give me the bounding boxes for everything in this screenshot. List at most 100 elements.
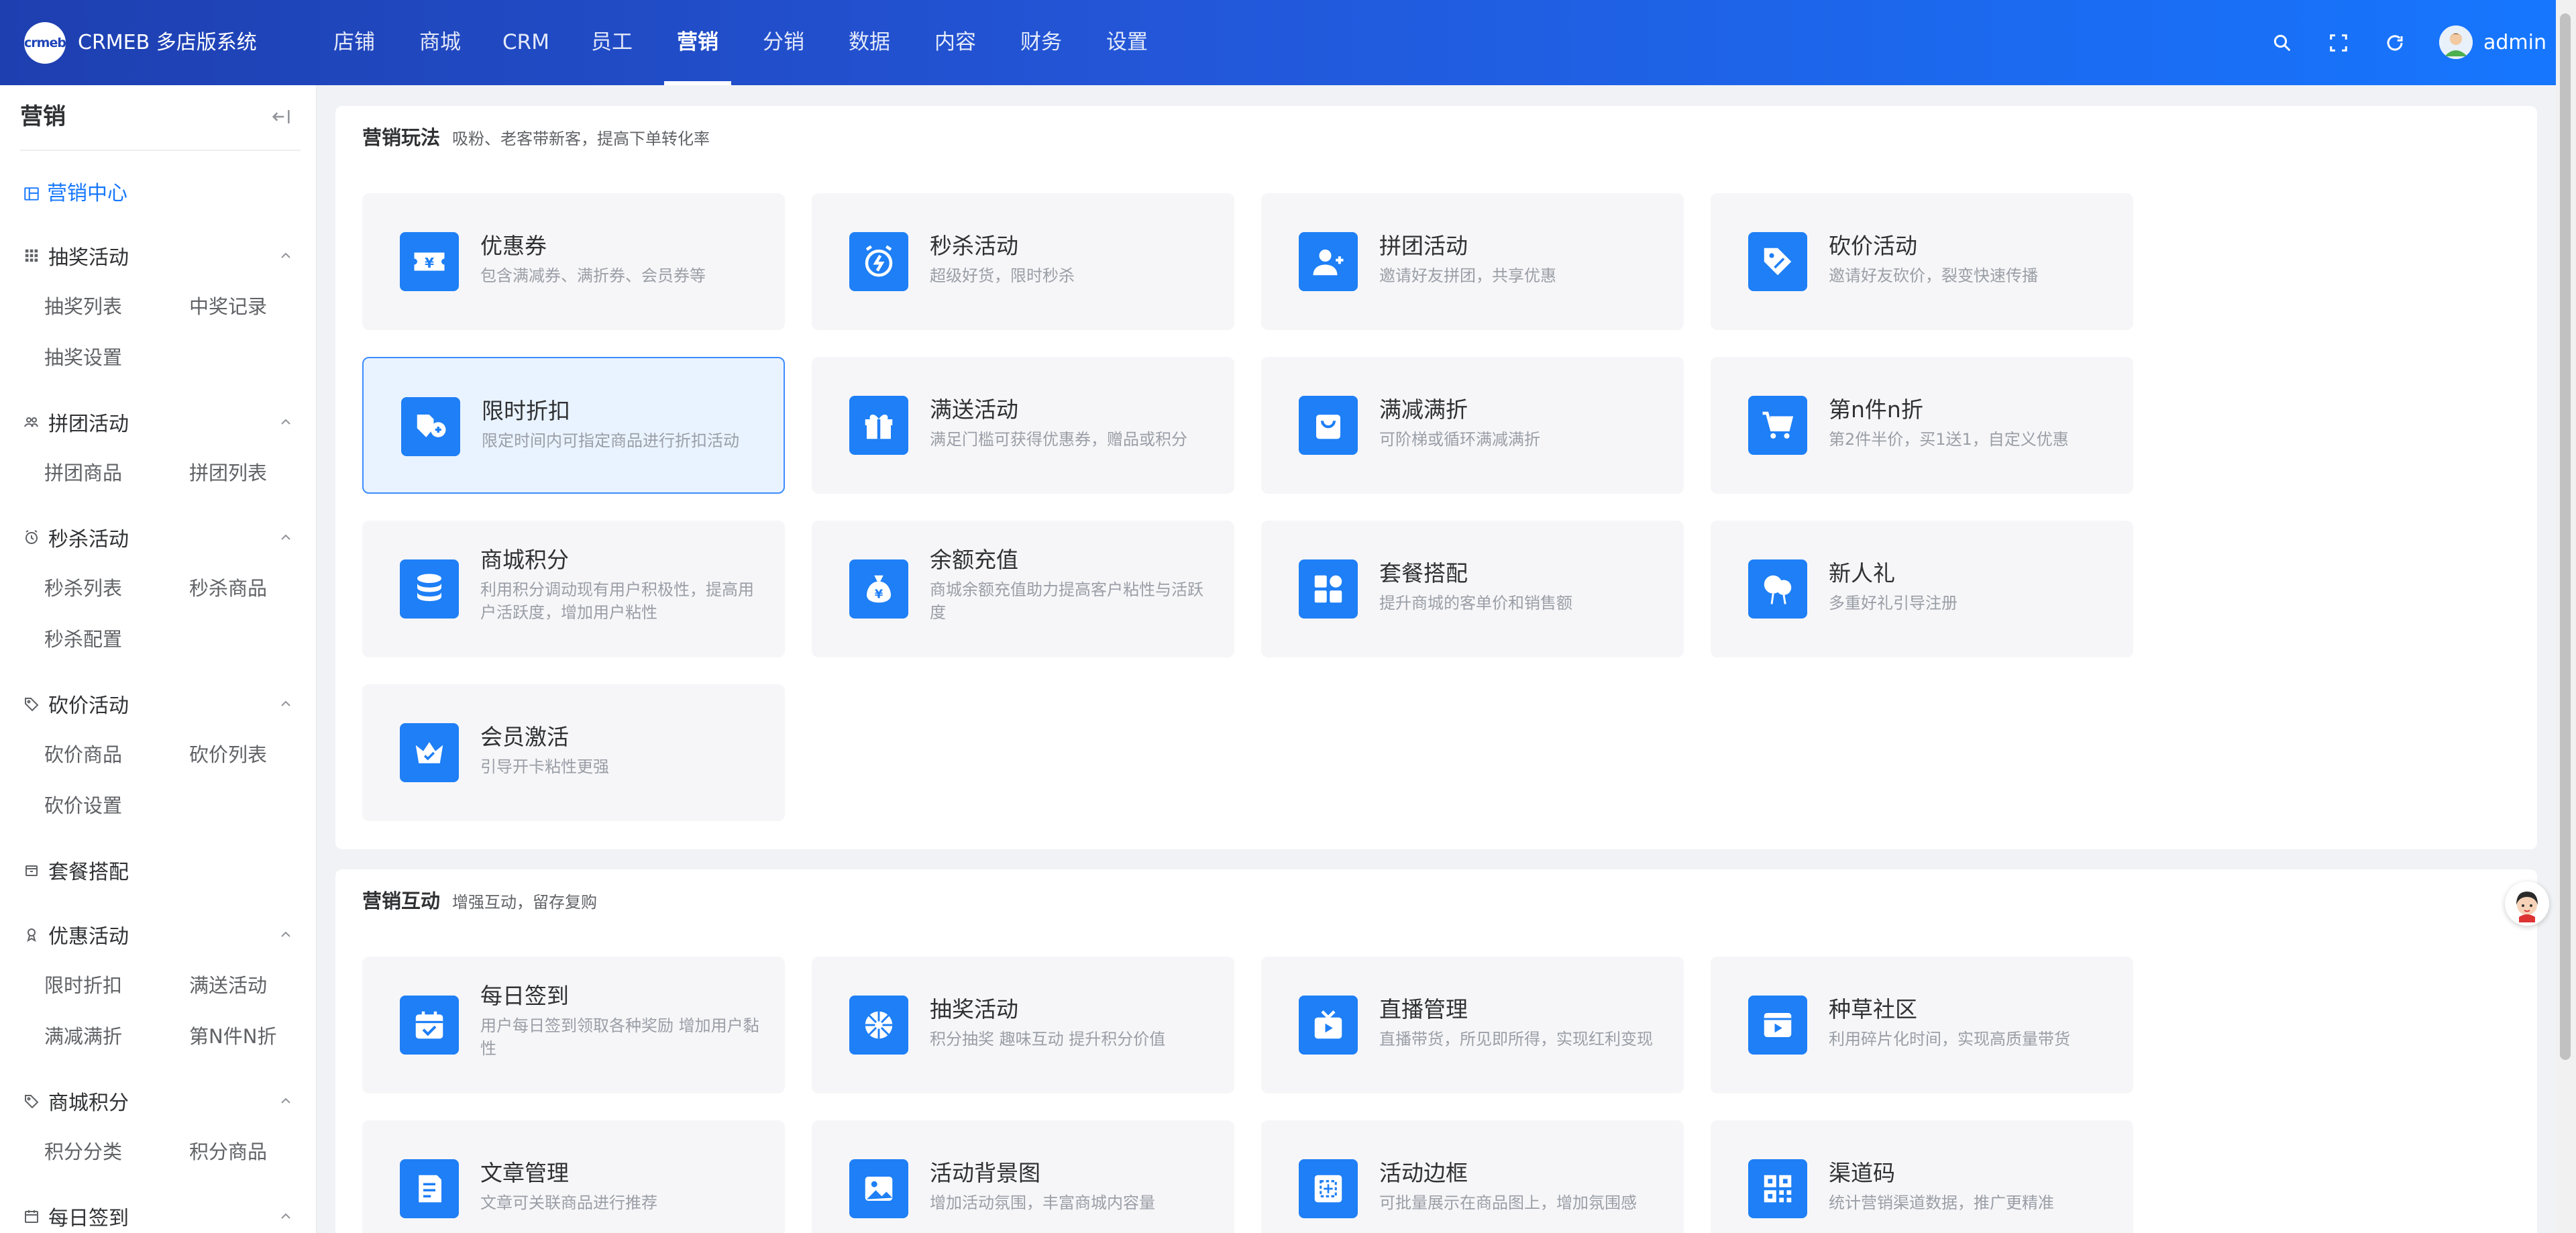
sidebar-group-flash-sale[interactable]: 秒杀活动 bbox=[23, 521, 294, 553]
sidebar-item-group-list[interactable]: 拼团列表 bbox=[189, 457, 267, 489]
tile-gift-promo[interactable]: 满送活动 满足门槛可获得优惠券，赠品或积分 bbox=[812, 357, 1234, 494]
tile-newcomer-gift[interactable]: 新人礼 多重好礼引导注册 bbox=[1711, 521, 2133, 657]
chevron-up-icon bbox=[281, 252, 290, 258]
sidebar-item-bargain-products[interactable]: 砍价商品 bbox=[44, 739, 122, 771]
sidebar-item-lottery-settings[interactable]: 抽奖设置 bbox=[44, 341, 122, 374]
chevron-up-icon bbox=[281, 419, 290, 425]
nav-crm[interactable]: CRM bbox=[483, 0, 569, 85]
nav-mall[interactable]: 商城 bbox=[397, 0, 483, 85]
tile-articles[interactable]: 文章管理 文章可关联商品进行推荐 bbox=[362, 1120, 785, 1233]
sidebar-item-flash-products[interactable]: 秒杀商品 bbox=[189, 572, 267, 604]
vertical-scrollbar-thumb[interactable] bbox=[2560, 13, 2571, 1060]
tile-channel-code[interactable]: 渠道码 统计营销渠道数据，推广更精准 bbox=[1711, 1120, 2133, 1233]
sidebar-group-bargain[interactable]: 砍价活动 bbox=[23, 688, 294, 720]
tile-live-streaming[interactable]: 直播管理 直播带货，所见即所得，实现红利变现 bbox=[1261, 957, 1684, 1093]
tile-member-activation[interactable]: 会员激活 引导开卡粘性更强 bbox=[362, 684, 785, 821]
sidebar-item-bargain-list[interactable]: 砍价列表 bbox=[189, 739, 267, 771]
frame-icon bbox=[1299, 1159, 1358, 1218]
nav-shop[interactable]: 店铺 bbox=[311, 0, 397, 85]
sidebar-item-label: 营销中心 bbox=[47, 182, 127, 205]
sidebar-group-bundle[interactable]: 套餐搭配 bbox=[23, 854, 294, 886]
medal-icon bbox=[23, 926, 40, 943]
tile-nth-discount[interactable]: 第n件n折 第2件半价，买1送1，自定义优惠 bbox=[1711, 357, 2133, 494]
tag-icon bbox=[23, 1092, 40, 1110]
sidebar-item-marketing-center[interactable]: 营销中心 bbox=[23, 178, 127, 210]
tile-mall-points[interactable]: 商城积分 利用积分调动现有用户积极性，提高用户活跃度，增加用户粘性 bbox=[362, 521, 785, 657]
tile-bundle[interactable]: 套餐搭配 提升商城的客单价和销售额 bbox=[1261, 521, 1684, 657]
top-navbar: crmeb CRMEB 多店版系统 店铺 商城 CRM 员工 营销 分销 数据 … bbox=[0, 0, 2576, 85]
sidebar-item-points-products[interactable]: 积分商品 bbox=[189, 1136, 267, 1168]
sidebar-item-full-reduction[interactable]: 满减满折 bbox=[44, 1020, 122, 1053]
fullscreen-icon[interactable] bbox=[2322, 27, 2355, 59]
username[interactable]: admin bbox=[2483, 27, 2546, 59]
crmeb-logo[interactable]: crmeb bbox=[24, 22, 66, 64]
sidebar-item-prize-records[interactable]: 中奖记录 bbox=[189, 290, 267, 323]
coin-stack-icon bbox=[400, 559, 459, 619]
sidebar-item-nth-discount[interactable]: 第N件N折 bbox=[189, 1020, 276, 1053]
sidebar-item-limited-discount[interactable]: 限时折扣 bbox=[44, 969, 122, 1002]
gift-icon bbox=[849, 396, 908, 455]
collapse-sidebar-icon[interactable] bbox=[270, 105, 292, 128]
tile-lottery[interactable]: 抽奖活动 积分抽奖 趣味互动 提升积分价值 bbox=[812, 957, 1234, 1093]
nav-finance[interactable]: 财务 bbox=[998, 0, 1084, 85]
sidebar-item-gift-promo[interactable]: 满送活动 bbox=[189, 969, 267, 1002]
cart-icon bbox=[1748, 396, 1807, 455]
balloon-icon bbox=[1748, 559, 1807, 619]
sidebar-item-lottery-list[interactable]: 抽奖列表 bbox=[44, 290, 122, 323]
marketing-interaction-card: 营销互动 增强互动，留存复购 每日签到 用户每日签到领取各种奖励 增加用户黏性 … bbox=[335, 869, 2537, 1233]
sidebar-group-daily-signin[interactable]: 每日签到 bbox=[23, 1200, 294, 1232]
sidebar-item-group-products[interactable]: 拼团商品 bbox=[44, 457, 122, 489]
tile-daily-signin[interactable]: 每日签到 用户每日签到领取各种奖励 增加用户黏性 bbox=[362, 957, 785, 1093]
grid-icon bbox=[23, 247, 40, 264]
chevron-up-icon bbox=[281, 1213, 290, 1219]
tile-balance-recharge[interactable]: ¥ 余额充值 商城余额充值助力提高客户粘性与活跃度 bbox=[812, 521, 1234, 657]
search-icon[interactable] bbox=[2266, 27, 2298, 59]
sidebar-title: 营销 bbox=[20, 103, 66, 130]
nav-staff[interactable]: 员工 bbox=[569, 0, 655, 85]
section-header: 营销玩法 吸粉、老客带新客，提高下单转化率 bbox=[362, 122, 710, 150]
main-nav: 店铺 商城 CRM 员工 营销 分销 数据 内容 财务 设置 bbox=[311, 0, 1170, 85]
tile-bargain[interactable]: 砍价活动 邀请好友砍价，裂变快速传播 bbox=[1711, 193, 2133, 330]
dashboard-icon bbox=[24, 187, 39, 201]
assistant-avatar-button[interactable] bbox=[2505, 881, 2549, 926]
sidebar: 营销 营销中心 抽奖活动 抽奖列表 中奖记录 抽奖设置 拼团活动 拼团商品 拼团… bbox=[0, 85, 317, 1233]
tile-coupon[interactable]: ¥ 优惠券 包含满减券、满折券、会员券等 bbox=[362, 193, 785, 330]
section-title: 营销玩法 bbox=[362, 126, 441, 149]
sidebar-item-points-category[interactable]: 积分分类 bbox=[44, 1136, 122, 1168]
tile-activity-background[interactable]: 活动背景图 增加活动氛围，丰富商城内容量 bbox=[812, 1120, 1234, 1233]
qrcode-icon bbox=[1748, 1159, 1807, 1218]
group-users-icon bbox=[1299, 232, 1358, 291]
section-description: 增强互动，留存复购 bbox=[452, 893, 598, 912]
users-icon bbox=[23, 413, 40, 431]
article-icon bbox=[400, 1159, 459, 1218]
refresh-icon[interactable] bbox=[2379, 27, 2411, 59]
image-icon bbox=[849, 1159, 908, 1218]
tile-full-reduction[interactable]: 满减满折 可阶梯或循环满减满折 bbox=[1261, 357, 1684, 494]
tile-limited-discount[interactable]: 限时折扣 限定时间内可指定商品进行折扣活动 bbox=[362, 357, 785, 494]
nav-data[interactable]: 数据 bbox=[826, 0, 912, 85]
sidebar-group-lottery[interactable]: 抽奖活动 bbox=[23, 239, 294, 272]
sidebar-group-points[interactable]: 商城积分 bbox=[23, 1085, 294, 1117]
price-tag-icon bbox=[1748, 232, 1807, 291]
sidebar-group-group-buy[interactable]: 拼团活动 bbox=[23, 406, 294, 438]
user-avatar[interactable] bbox=[2439, 25, 2473, 59]
discount-tag-icon bbox=[401, 397, 460, 456]
marketing-play-card: 营销玩法 吸粉、老客带新客，提高下单转化率 ¥ 优惠券 包含满减券、满折券、会员… bbox=[335, 106, 2537, 849]
video-play-icon bbox=[1748, 996, 1807, 1055]
nav-content[interactable]: 内容 bbox=[912, 0, 998, 85]
sidebar-item-flash-config[interactable]: 秒杀配置 bbox=[44, 623, 122, 655]
nav-settings[interactable]: 设置 bbox=[1084, 0, 1170, 85]
chevron-up-icon bbox=[281, 1097, 290, 1104]
sidebar-group-promotions[interactable]: 优惠活动 bbox=[23, 918, 294, 951]
tile-community[interactable]: 种草社区 利用碎片化时间，实现高质量带货 bbox=[1711, 957, 2133, 1093]
tv-live-icon bbox=[1299, 996, 1358, 1055]
tile-group-buy[interactable]: 拼团活动 邀请好友拼团，共享优惠 bbox=[1261, 193, 1684, 330]
sidebar-item-bargain-settings[interactable]: 砍价设置 bbox=[44, 790, 122, 822]
crown-icon bbox=[400, 723, 459, 782]
tile-flash-sale[interactable]: 秒杀活动 超级好货，限时秒杀 bbox=[812, 193, 1234, 330]
chevron-up-icon bbox=[281, 700, 290, 706]
tile-activity-frame[interactable]: 活动边框 可批量展示在商品图上，增加氛围感 bbox=[1261, 1120, 1684, 1233]
nav-distribution[interactable]: 分销 bbox=[741, 0, 826, 85]
nav-marketing[interactable]: 营销 bbox=[655, 0, 741, 85]
sidebar-item-flash-list[interactable]: 秒杀列表 bbox=[44, 572, 122, 604]
